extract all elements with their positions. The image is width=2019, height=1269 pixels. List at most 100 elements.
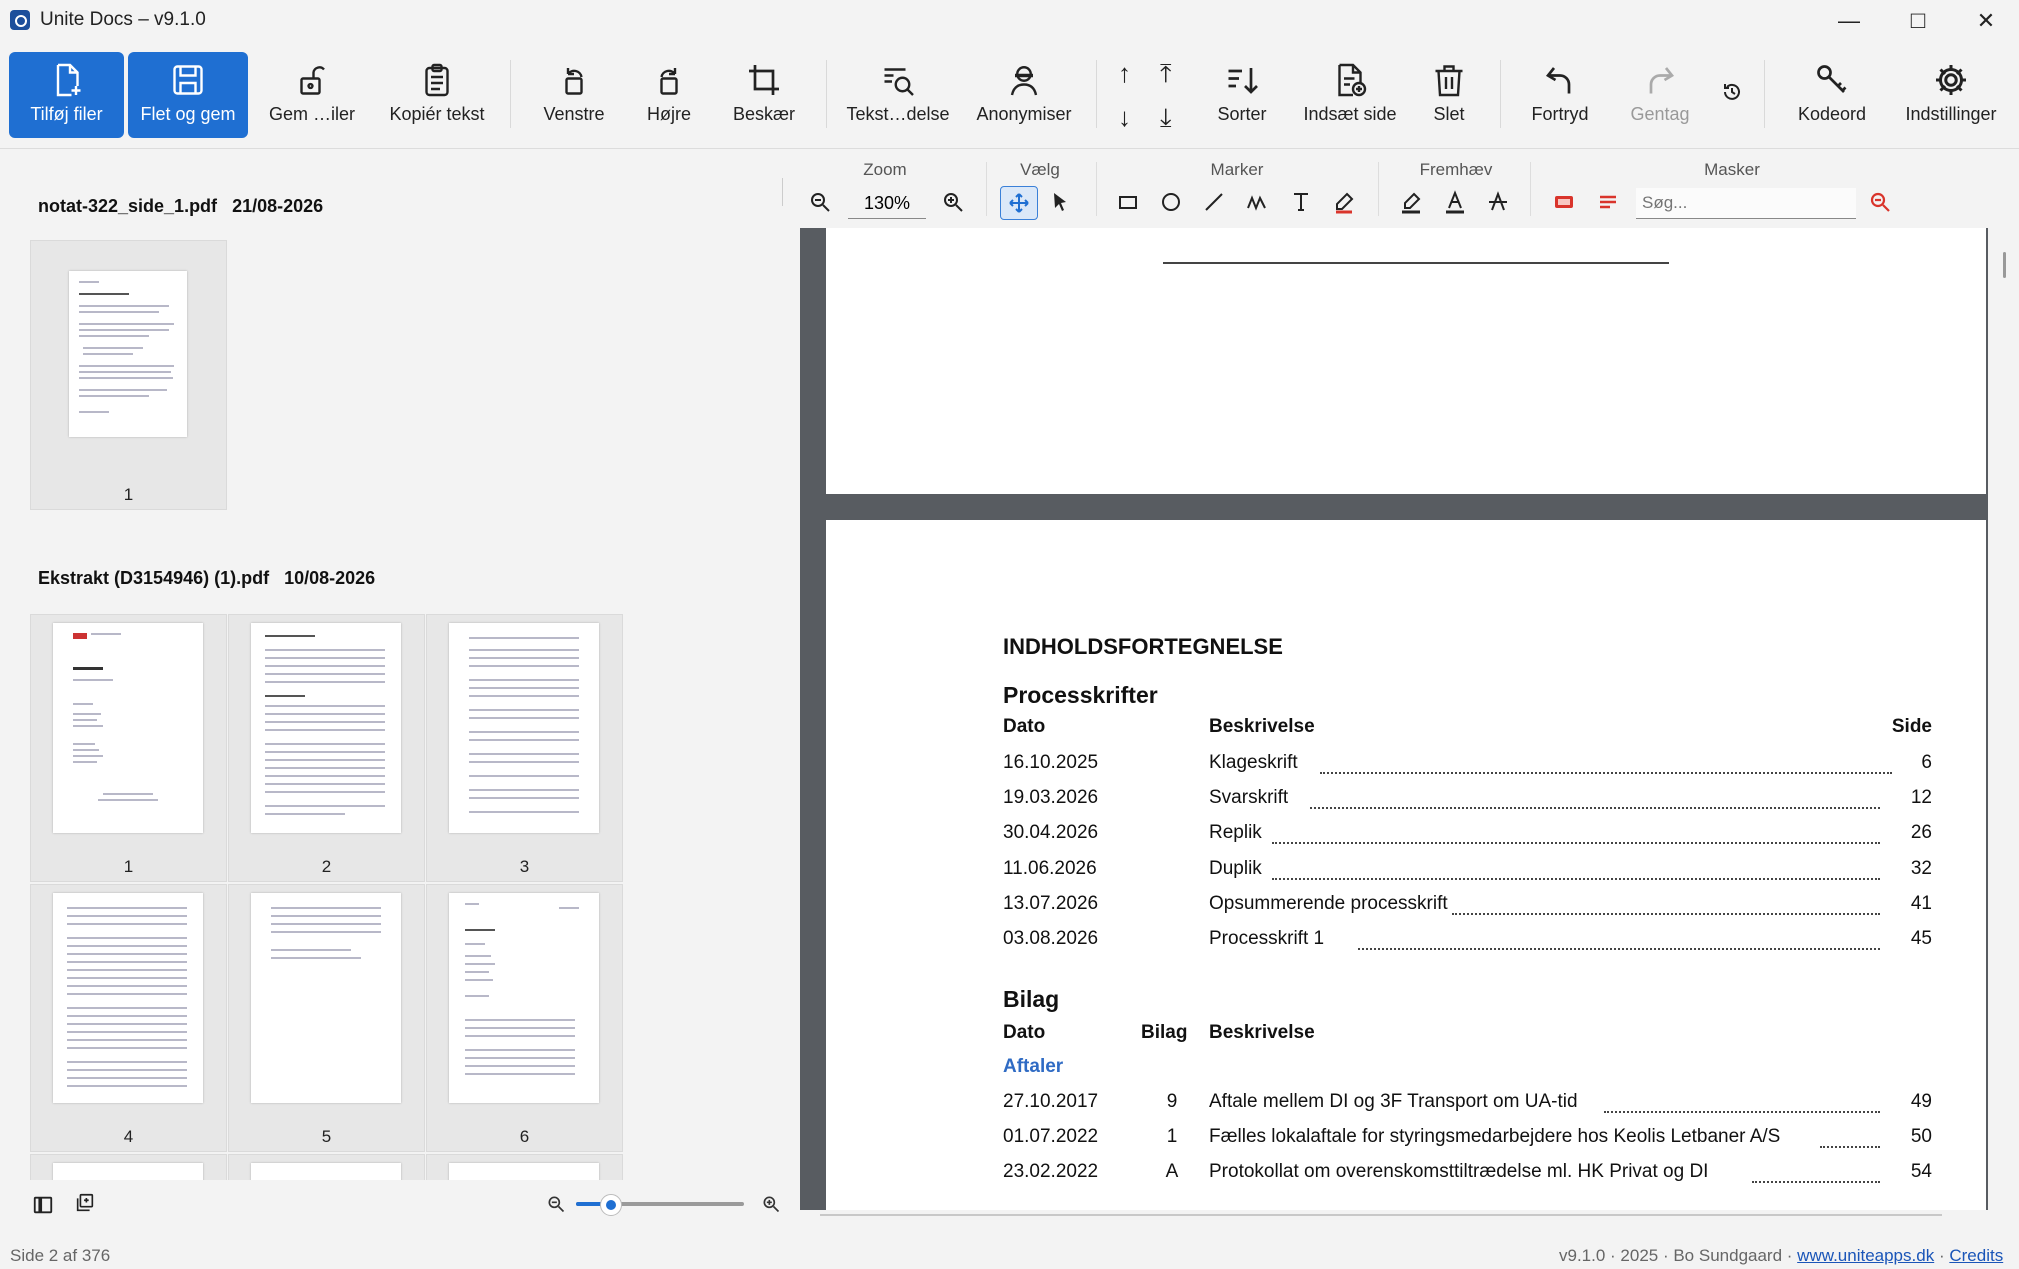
- maximize-button[interactable]: □: [1884, 0, 1952, 42]
- doc-heading: INDHOLDSFORTEGNELSE: [1003, 634, 1283, 659]
- page-thumbnail[interactable]: 6: [426, 884, 623, 1152]
- page-thumbnail[interactable]: 1: [30, 240, 227, 510]
- annex-date: 23.02.2022: [1003, 1161, 1099, 1182]
- mask-search-input[interactable]: [1636, 188, 1856, 219]
- column-header-page: Side: [1891, 716, 1932, 737]
- page-thumbnail[interactable]: 2: [228, 614, 425, 882]
- column-header-date: Dato: [1003, 1022, 1046, 1043]
- rotate-right-icon: [660, 68, 678, 95]
- redo-button[interactable]: Gentag: [1614, 52, 1706, 138]
- thumb-zoom-out-icon[interactable]: [546, 1194, 566, 1219]
- ellipse-tool-button[interactable]: [1153, 186, 1189, 218]
- page-thumbnail[interactable]: 4: [30, 884, 227, 1152]
- toc-date: 30.04.2026: [1003, 822, 1099, 843]
- crop-button[interactable]: Beskær: [720, 52, 808, 138]
- column-header-annex: Bilag: [1141, 1022, 1188, 1043]
- crop-label: Beskær: [732, 104, 795, 124]
- thumb-zoom-slider-handle[interactable]: [599, 1194, 622, 1216]
- vertical-scrollbar-thumb[interactable]: [2003, 252, 2006, 278]
- page-thumbnail[interactable]: 3: [426, 614, 623, 882]
- move-arrows-icon: [1009, 193, 1029, 213]
- toc-page: 41: [1910, 893, 1932, 914]
- pan-tool-button[interactable]: [1000, 186, 1038, 220]
- zoom-out-button[interactable]: [802, 186, 838, 218]
- document-viewer[interactable]: INDHOLDSFORTEGNELSE Processkrifter Dato …: [800, 228, 1988, 1210]
- save-files-button[interactable]: Gem …iler: [262, 52, 362, 138]
- mask-area-button[interactable]: [1546, 186, 1582, 218]
- horizontal-scrollbar[interactable]: [820, 1214, 1942, 1216]
- highlight-tool-button[interactable]: [1393, 186, 1429, 218]
- move-up-icon[interactable]: ↑: [1118, 60, 1131, 86]
- redo-label: Gentag: [1630, 104, 1690, 124]
- password-button[interactable]: Kodeord: [1786, 52, 1878, 138]
- vertical-scrollbar[interactable]: [1994, 230, 2016, 1206]
- rectangle-icon: [1119, 196, 1137, 209]
- settings-button[interactable]: Indstillinger: [1896, 52, 2006, 138]
- credits-link[interactable]: Credits: [1949, 1246, 2003, 1265]
- merge-save-button[interactable]: Flet og gem: [128, 52, 248, 138]
- delete-button[interactable]: Slet: [1414, 52, 1484, 138]
- sort-button[interactable]: Sorter: [1200, 52, 1284, 138]
- rotate-left-label: Venstre: [543, 104, 605, 124]
- thumb-zoom-in-icon[interactable]: [761, 1194, 781, 1219]
- toggle-panel-button[interactable]: [32, 1194, 56, 1218]
- highlight-group-label: Fremhæv: [1419, 160, 1493, 179]
- page-number: 4: [123, 1127, 134, 1146]
- sidebar-toggle-icon: [33, 1196, 53, 1214]
- column-header-date: Dato: [1003, 716, 1046, 737]
- trash-icon: [1435, 65, 1463, 97]
- move-to-bottom-icon[interactable]: ⤓: [1160, 104, 1172, 130]
- toolbar-divider: [1764, 60, 1765, 128]
- page-thumbnail[interactable]: [228, 1154, 425, 1182]
- close-window-button[interactable]: ✕: [1952, 0, 2019, 42]
- text-color-tool-button[interactable]: [1437, 186, 1473, 218]
- anonymize-button[interactable]: Anonymiser: [970, 52, 1078, 138]
- zoom-out-icon: [811, 193, 830, 212]
- mask-search-button[interactable]: [1862, 186, 1898, 218]
- pen-icon: [1336, 192, 1354, 214]
- insert-page-button[interactable]: Indsæt side: [1296, 52, 1404, 138]
- text-search-button[interactable]: Tekst…delse: [846, 52, 950, 138]
- page-thumbnail[interactable]: 1: [30, 614, 227, 882]
- website-link[interactable]: www.uniteapps.dk: [1797, 1246, 1934, 1265]
- undo-icon: [1545, 67, 1571, 94]
- copy-text-button[interactable]: Kopiér tekst: [382, 52, 492, 138]
- select-tool-button[interactable]: [1042, 186, 1078, 218]
- rectangle-tool-button[interactable]: [1110, 186, 1146, 218]
- thumb-zoom-slider[interactable]: [576, 1194, 744, 1216]
- zoom-in-button[interactable]: [935, 186, 971, 218]
- add-files-button[interactable]: Tilføj filer: [9, 52, 124, 138]
- page-number: 6: [519, 1127, 530, 1146]
- panel-splitter[interactable]: [782, 178, 783, 206]
- history-button[interactable]: [1720, 80, 1750, 110]
- rotate-left-button[interactable]: Venstre: [530, 52, 618, 138]
- page-thumbnail[interactable]: [30, 1154, 227, 1182]
- page-thumbnail[interactable]: 5: [228, 884, 425, 1152]
- rotate-right-button[interactable]: Højre: [628, 52, 710, 138]
- sort-label: Sorter: [1217, 104, 1267, 124]
- line-tool-button[interactable]: [1196, 186, 1232, 218]
- move-down-icon[interactable]: ↓: [1118, 104, 1131, 130]
- minimize-button[interactable]: —: [1815, 0, 1883, 42]
- zoom-level-input[interactable]: [848, 188, 926, 219]
- pen-tool-button[interactable]: [1326, 186, 1362, 218]
- add-files-label: Tilføj filer: [30, 104, 103, 124]
- annex-description: Fælles lokalaftale for styringsmedarbejd…: [1209, 1126, 1781, 1147]
- duplicate-pages-button[interactable]: [74, 1192, 100, 1218]
- text-search-icon: [884, 68, 914, 96]
- mask-text-button[interactable]: [1590, 186, 1626, 218]
- annotation-divider: [1378, 162, 1379, 216]
- save-files-label: Gem …iler: [268, 104, 355, 124]
- move-to-top-icon[interactable]: ⤒: [1160, 60, 1172, 86]
- text-tool-button[interactable]: [1283, 186, 1319, 218]
- search-icon: [1870, 192, 1890, 212]
- document-page-previous: [826, 228, 1986, 494]
- freehand-tool-button[interactable]: [1239, 186, 1275, 218]
- toc-date: 11.06.2026: [1003, 858, 1097, 879]
- undo-button[interactable]: Fortryd: [1516, 52, 1604, 138]
- status-separator: ·: [1938, 1246, 1945, 1265]
- undo-label: Fortryd: [1531, 104, 1589, 124]
- strikethrough-tool-button[interactable]: [1480, 186, 1516, 218]
- page-thumbnail[interactable]: [426, 1154, 623, 1182]
- page-number: 1: [123, 857, 134, 876]
